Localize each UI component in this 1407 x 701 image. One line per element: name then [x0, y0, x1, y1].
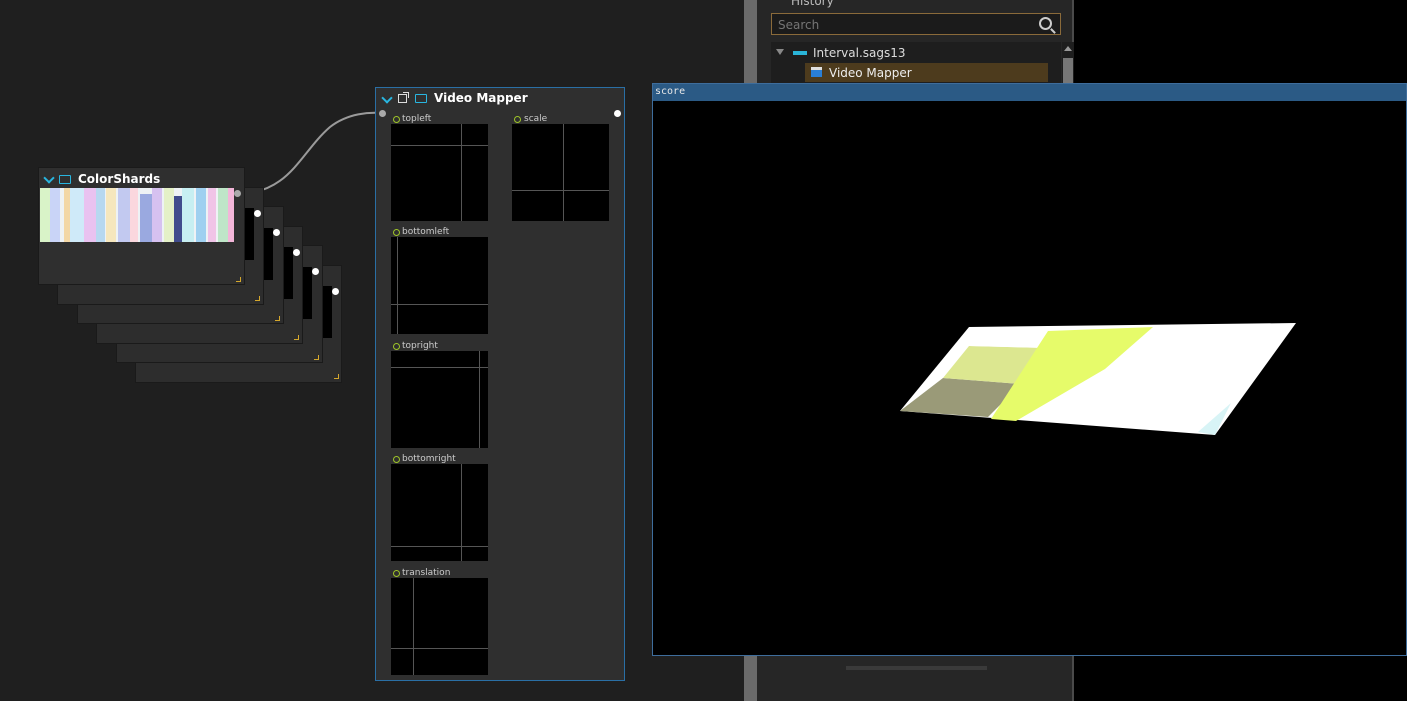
collapse-chevron-icon[interactable]	[381, 92, 393, 104]
object-tree: Interval.sags13 Video Mapper	[771, 42, 1074, 84]
xy-pad-topleft[interactable]	[391, 124, 488, 221]
folder-icon[interactable]	[415, 94, 427, 103]
output-port[interactable]	[273, 229, 280, 236]
preview-strip	[303, 267, 312, 319]
horizontal-scrollbar[interactable]	[846, 666, 987, 670]
resize-handle[interactable]	[275, 316, 280, 321]
score-window-titlebar[interactable]: score	[653, 84, 1406, 101]
output-port[interactable]	[312, 268, 319, 275]
param-port[interactable]	[393, 229, 400, 236]
color-shards-preview	[40, 188, 234, 242]
history-title: History	[791, 0, 834, 8]
param-port[interactable]	[393, 456, 400, 463]
score-window-title: score	[655, 86, 686, 97]
search-field[interactable]	[771, 13, 1061, 35]
score-window[interactable]: score	[652, 83, 1407, 656]
preview-strip	[245, 208, 254, 260]
param-label-topleft: topleft	[402, 114, 432, 124]
param-label-bottomright: bottomright	[402, 454, 456, 464]
xy-pad-bottomright[interactable]	[391, 464, 488, 561]
param-port[interactable]	[393, 343, 400, 350]
param-port[interactable]	[393, 116, 400, 123]
tree-item-interval[interactable]: Interval.sags13	[771, 44, 1041, 62]
preview-strip	[264, 228, 273, 280]
xy-pad-translation[interactable]	[391, 578, 488, 675]
param-label-translation: translation	[402, 568, 451, 578]
input-port[interactable]	[379, 110, 386, 117]
search-icon[interactable]	[1039, 17, 1052, 30]
output-port[interactable]	[234, 190, 241, 197]
xy-pad-topright[interactable]	[391, 351, 488, 448]
param-label-scale: scale	[524, 114, 548, 124]
output-port[interactable]	[614, 110, 621, 117]
search-input[interactable]	[776, 15, 1030, 35]
resize-handle[interactable]	[255, 296, 260, 301]
resize-handle[interactable]	[314, 355, 319, 360]
clapperboard-icon	[811, 67, 822, 77]
param-label-bottomleft: bottomleft	[402, 227, 450, 237]
output-port[interactable]	[254, 210, 261, 217]
scroll-thumb[interactable]	[1063, 58, 1073, 84]
video-mapper-node[interactable]: Video Mapper topleft scale bottomleft to…	[375, 87, 625, 681]
preview-strip	[323, 286, 332, 338]
resize-handle[interactable]	[236, 277, 241, 282]
node-title: Video Mapper	[434, 91, 528, 105]
xy-pad-bottomleft[interactable]	[391, 237, 488, 334]
xy-pad-scale[interactable]	[512, 124, 609, 221]
external-window-icon[interactable]	[398, 92, 409, 103]
resize-handle[interactable]	[334, 374, 339, 379]
tree-item-video-mapper[interactable]: Video Mapper	[805, 63, 1048, 82]
folder-icon[interactable]	[59, 175, 71, 184]
scroll-up-arrow-icon[interactable]	[1064, 46, 1072, 51]
output-port[interactable]	[293, 249, 300, 256]
colorshards-node-stack: ColorShards	[38, 167, 343, 387]
node-title: ColorShards	[78, 172, 161, 186]
tree-item-label: Video Mapper	[829, 66, 912, 80]
interval-icon	[793, 51, 807, 55]
tree-scrollbar[interactable]	[1062, 42, 1074, 84]
expand-arrow-icon[interactable]	[776, 49, 784, 55]
param-port[interactable]	[393, 570, 400, 577]
tree-item-label: Interval.sags13	[813, 46, 906, 60]
param-port[interactable]	[514, 116, 521, 123]
param-label-topright: topright	[402, 341, 438, 351]
resize-handle[interactable]	[294, 335, 299, 340]
video-output-canvas	[900, 323, 1296, 435]
preview-strip	[284, 247, 293, 299]
output-port[interactable]	[332, 288, 339, 295]
